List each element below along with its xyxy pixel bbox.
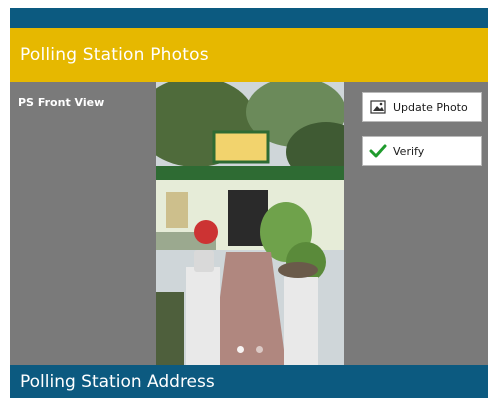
update-photo-label: Update Photo	[393, 100, 468, 114]
carousel-dot-active[interactable]	[237, 346, 244, 353]
photo-image	[156, 82, 344, 365]
polling-station-photo-screen: Polling Station Photos PS Front View Upd…	[10, 8, 488, 398]
photo-panel: PS Front View Update Photo Verify	[10, 82, 488, 365]
section-header: Polling Station Photos	[10, 28, 488, 82]
verify-button[interactable]: Verify	[362, 136, 482, 166]
carousel-dot[interactable]	[256, 346, 263, 353]
top-app-bar	[10, 8, 488, 28]
address-section-title: Polling Station Address	[20, 371, 215, 392]
verify-label: Verify	[393, 144, 425, 158]
checkmark-icon	[369, 142, 387, 160]
address-section-header: Polling Station Address	[10, 365, 488, 398]
image-edit-icon	[369, 98, 387, 116]
polling-station-photo[interactable]	[156, 82, 344, 365]
section-title: Polling Station Photos	[20, 45, 209, 65]
carousel-indicator	[156, 346, 344, 353]
update-photo-button[interactable]: Update Photo	[362, 92, 482, 122]
photo-type-label: PS Front View	[18, 96, 105, 109]
